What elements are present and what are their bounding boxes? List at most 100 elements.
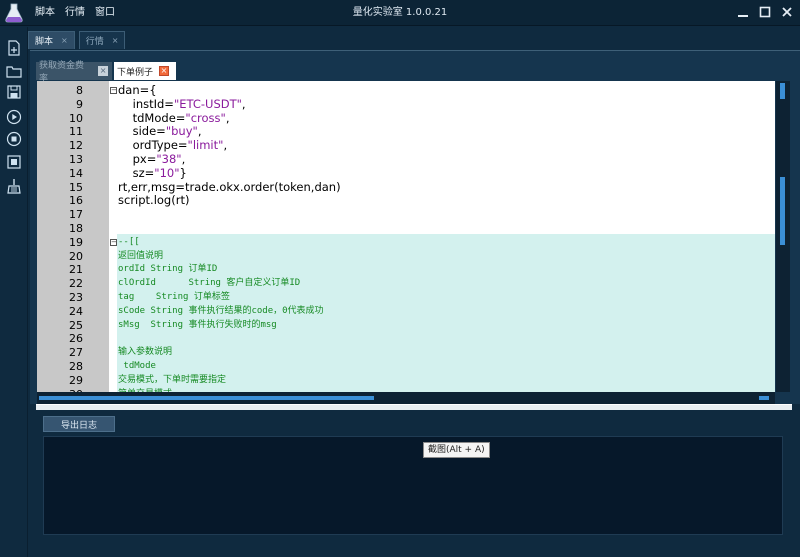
fold-toggle-icon[interactable]: − [110, 87, 117, 94]
tooltip: 截图(Alt + A) [423, 442, 490, 458]
code-line[interactable]: 26 [37, 332, 775, 346]
broom-icon [7, 179, 21, 194]
scroll-thumb[interactable] [49, 396, 374, 400]
code-text: dan={ [118, 83, 157, 97]
line-number: 15 [69, 180, 83, 194]
log-output[interactable] [43, 436, 783, 535]
fold-toggle-icon[interactable]: − [110, 238, 117, 246]
minimize-button[interactable] [734, 3, 752, 21]
scroll-arrow[interactable] [759, 396, 769, 400]
comment-text: clOrdId String 客户自定义订单ID [118, 278, 301, 289]
code-line[interactable]: 27 输入参数说明 [37, 346, 775, 360]
menu-window[interactable]: 窗口 [90, 0, 120, 26]
minimize-icon [738, 15, 748, 17]
tab-market[interactable]: 行情 × [78, 31, 126, 49]
string-literal: "limit" [187, 138, 224, 153]
code-line[interactable]: 19 − --[[ [37, 236, 775, 250]
comment-text: --[[ [118, 236, 140, 247]
toolbar [0, 27, 28, 557]
comment-text: tdMode [118, 361, 156, 371]
code-line[interactable]: 23 tag String 订单标签 [37, 291, 775, 305]
code-line[interactable]: 15 rt,err,msg=trade.okx.order(token,dan) [37, 180, 775, 195]
line-number: 26 [69, 332, 83, 346]
tab-file-order-example[interactable]: 下单例子 × [114, 62, 176, 80]
stop-button[interactable] [5, 130, 23, 148]
horizontal-scrollbar[interactable] [37, 392, 775, 404]
line-number: 17 [69, 208, 83, 222]
scroll-arrow[interactable] [39, 396, 49, 400]
code-line[interactable]: 20 返回值说明 [37, 250, 775, 264]
code-text: script.log(rt) [118, 193, 190, 208]
file-tab-bar: 获取资金费率 × 下单例子 × [36, 61, 176, 84]
play-icon [6, 109, 22, 125]
close-tab-icon[interactable]: × [112, 36, 119, 45]
export-log-button[interactable]: 导出日志 [43, 416, 115, 432]
line-number: 9 [76, 97, 83, 111]
tab-file-label: 下单例子 [117, 67, 154, 78]
string-literal: "cross" [185, 110, 226, 125]
code-line[interactable]: 21 ordId String 订单ID [37, 263, 775, 277]
comment-text: 交易模式，下单时需要指定 [118, 374, 227, 385]
line-number: 21 [69, 263, 83, 277]
string-literal: "ETC-USDT" [173, 96, 242, 111]
code-line[interactable]: 14 sz="10"} [37, 165, 775, 181]
code-line[interactable]: 29 交易模式，下单时需要指定 [37, 374, 775, 388]
flask-logo-icon [5, 3, 23, 23]
vertical-scrollbar[interactable] [776, 81, 790, 392]
line-number: 28 [69, 360, 83, 373]
line-number: 29 [69, 373, 83, 387]
comment-text: 输入参数说明 [118, 347, 173, 358]
close-file-icon[interactable]: × [159, 66, 170, 76]
code-line[interactable]: 10 tdMode="cross", [37, 110, 775, 126]
run-button[interactable] [5, 108, 23, 126]
code-line[interactable]: 24 sCode String 事件执行结果的code，0代表成功 [37, 305, 775, 319]
string-literal: "buy" [165, 124, 198, 139]
new-file-icon [8, 40, 20, 56]
record-button[interactable] [5, 153, 23, 171]
save-button[interactable] [5, 83, 23, 101]
line-number: 22 [69, 277, 83, 291]
code-line[interactable]: 12 ordType="limit", [37, 138, 775, 153]
close-file-icon[interactable]: × [98, 66, 108, 76]
line-number: 11 [69, 125, 83, 139]
tab-file-funding-rate[interactable]: 获取资金费率 × [36, 61, 112, 84]
tab-script[interactable]: 脚本 × [28, 31, 75, 49]
tab-script-label: 脚本 [35, 37, 54, 47]
code-line[interactable]: 11 side="buy", [37, 124, 775, 139]
menu-market[interactable]: 行情 [60, 0, 90, 26]
code-line[interactable]: 25 sMsg String 事件执行失败时的msg [37, 319, 775, 333]
code-line[interactable]: 9 instId="ETC-USDT", [37, 96, 775, 112]
scroll-thumb[interactable] [780, 177, 785, 245]
folder-open-icon [6, 66, 22, 78]
code-text: px="38", [118, 152, 186, 166]
save-icon [7, 85, 21, 99]
doc-tab-bar: 脚本 × 行情 × [28, 31, 129, 49]
code-line[interactable]: 16 script.log(rt) [37, 194, 775, 208]
clear-button[interactable] [5, 177, 23, 195]
code-line[interactable]: 8 − dan={ [37, 83, 775, 98]
code-line[interactable]: 13 px="38", [37, 152, 775, 167]
code-line[interactable]: 17 [37, 208, 775, 222]
record-icon [7, 155, 21, 169]
code-editor[interactable]: 8− dan={9 instId="ETC-USDT", 10 tdMode="cr… [37, 81, 775, 392]
open-folder-button[interactable] [5, 62, 23, 80]
string-literal: "10" [154, 165, 180, 180]
close-tab-icon[interactable]: × [61, 36, 68, 45]
menu-bar: 脚本 行情 窗口 [30, 0, 120, 26]
comment-text: 返回值说明 [118, 250, 164, 261]
maximize-button[interactable] [756, 3, 774, 21]
panel-splitter[interactable] [36, 404, 792, 410]
scroll-thumb[interactable] [780, 83, 785, 99]
line-number: 27 [69, 346, 83, 360]
menu-script[interactable]: 脚本 [30, 0, 60, 26]
code-line[interactable]: 18 [37, 222, 775, 236]
comment-text: tag String 订单标签 [118, 292, 230, 302]
code-line[interactable]: 22 clOrdId String 客户自定义订单ID [37, 277, 775, 291]
stop-icon [6, 131, 22, 147]
close-window-button[interactable] [778, 3, 796, 21]
maximize-icon [759, 6, 771, 18]
new-file-button[interactable] [5, 39, 23, 57]
line-number: 14 [69, 166, 83, 180]
close-icon [782, 7, 792, 17]
code-line[interactable]: 28 tdMode [37, 360, 775, 374]
